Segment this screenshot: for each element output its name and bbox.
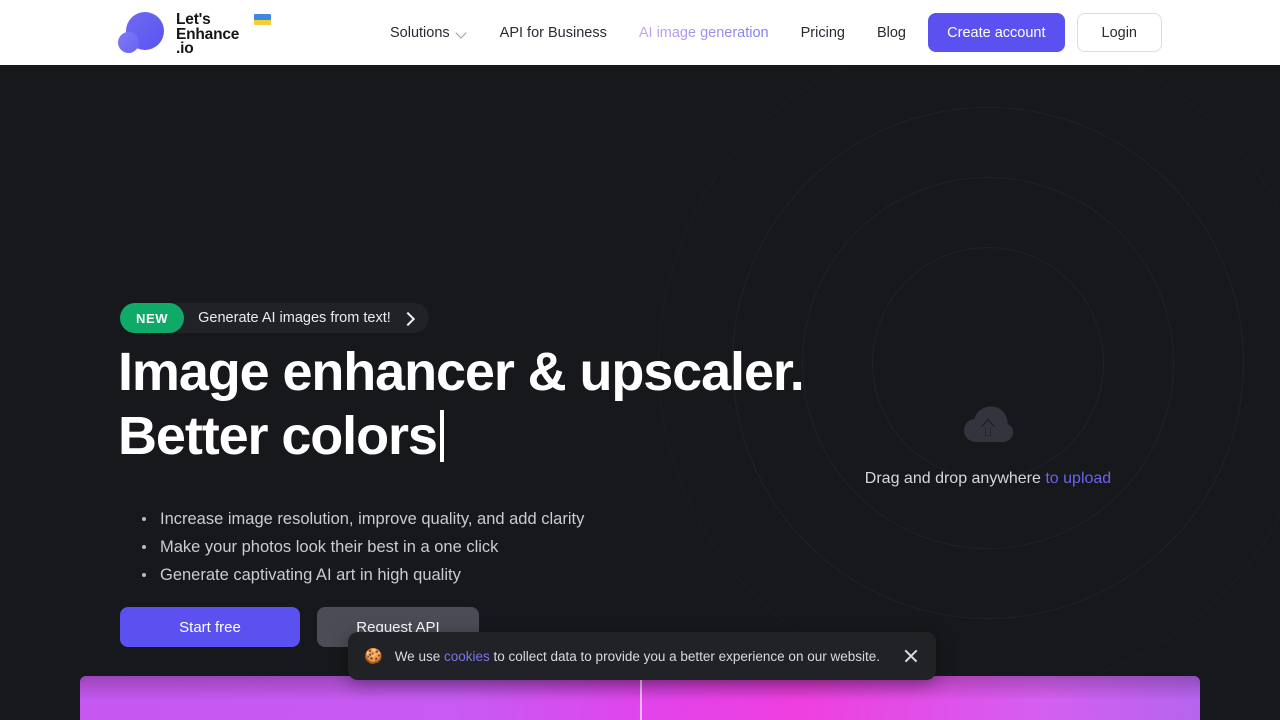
nav-item-ai-image-generation[interactable]: AI image generation (639, 25, 769, 41)
typing-caret (439, 410, 444, 462)
cloud-upload-icon (964, 406, 1014, 442)
list-item: Increase image resolution, improve quali… (142, 505, 584, 533)
list-item: Generate captivating AI art in high qual… (142, 561, 584, 589)
main-navigation: Solutions API for Business AI image gene… (390, 0, 938, 65)
new-feature-banner[interactable]: NEW Generate AI images from text! (120, 303, 429, 333)
upload-link[interactable]: to upload (1045, 470, 1111, 487)
chevron-right-icon (401, 311, 415, 325)
new-badge: NEW (120, 303, 185, 333)
bullet-dot-icon (142, 573, 146, 577)
ukraine-flag-icon (254, 14, 271, 25)
login-button[interactable]: Login (1076, 13, 1162, 52)
logo-line-3: .io (176, 40, 194, 57)
chevron-down-icon (457, 29, 468, 36)
close-icon[interactable] (902, 647, 920, 665)
hero-section: NEW Generate AI images from text! Image … (0, 65, 1280, 675)
compare-slider-handle[interactable] (640, 676, 642, 720)
list-item: Make your photos look their best in a on… (142, 533, 584, 561)
feature-list: Increase image resolution, improve quali… (142, 505, 584, 589)
headline-line-2: Better colors (118, 406, 438, 466)
new-feature-label: Generate AI images from text! (198, 310, 391, 326)
upload-dropzone[interactable]: Drag and drop anywhere to upload (760, 340, 1216, 520)
before-after-compare-image[interactable] (80, 676, 1200, 720)
cookie-icon: 🍪 (364, 648, 383, 665)
logo-circle-small (118, 32, 139, 53)
cookie-text-before: We use (394, 648, 444, 664)
nav-item-solutions[interactable]: Solutions (390, 25, 468, 41)
bullet-dot-icon (142, 545, 146, 549)
cookies-link[interactable]: cookies (444, 649, 490, 664)
logo-mark-icon (118, 9, 166, 57)
cookie-message: We use cookies to collect data to provid… (395, 649, 892, 664)
cookie-text-after: to collect data to provide you a better … (489, 648, 880, 664)
page-title: Image enhancer & upscaler. Better colors (118, 340, 805, 468)
create-account-button[interactable]: Create account (928, 13, 1065, 52)
site-header: Let's Enhance .io Solutions API for Busi… (0, 0, 1280, 65)
feature-text-3: Generate captivating AI art in high qual… (160, 566, 461, 584)
cookie-banner: 🍪 We use cookies to collect data to prov… (348, 632, 936, 680)
nav-item-api-for-business[interactable]: API for Business (500, 25, 607, 41)
nav-label-ai-image-generation: AI image generation (638, 24, 769, 41)
feature-text-2: Make your photos look their best in a on… (160, 538, 499, 556)
nav-item-pricing[interactable]: Pricing (801, 25, 845, 41)
headline-line-1: Image enhancer & upscaler. (118, 342, 805, 402)
bullet-dot-icon (142, 517, 146, 521)
dropzone-text: Drag and drop anywhere to upload (865, 470, 1111, 488)
logo-wordmark: Let's Enhance .io (176, 9, 271, 57)
nav-label-solutions: Solutions (390, 24, 450, 41)
feature-text-1: Increase image resolution, improve quali… (160, 510, 585, 528)
nav-label-pricing: Pricing (800, 24, 845, 41)
dropzone-label: Drag and drop anywhere (864, 470, 1041, 487)
start-free-button[interactable]: Start free (120, 607, 300, 647)
header-actions: Create account Login (928, 13, 1162, 52)
nav-label-blog: Blog (876, 24, 906, 41)
nav-item-blog[interactable]: Blog (877, 25, 906, 41)
nav-label-api: API for Business (499, 24, 607, 41)
logo[interactable]: Let's Enhance .io (118, 9, 271, 57)
